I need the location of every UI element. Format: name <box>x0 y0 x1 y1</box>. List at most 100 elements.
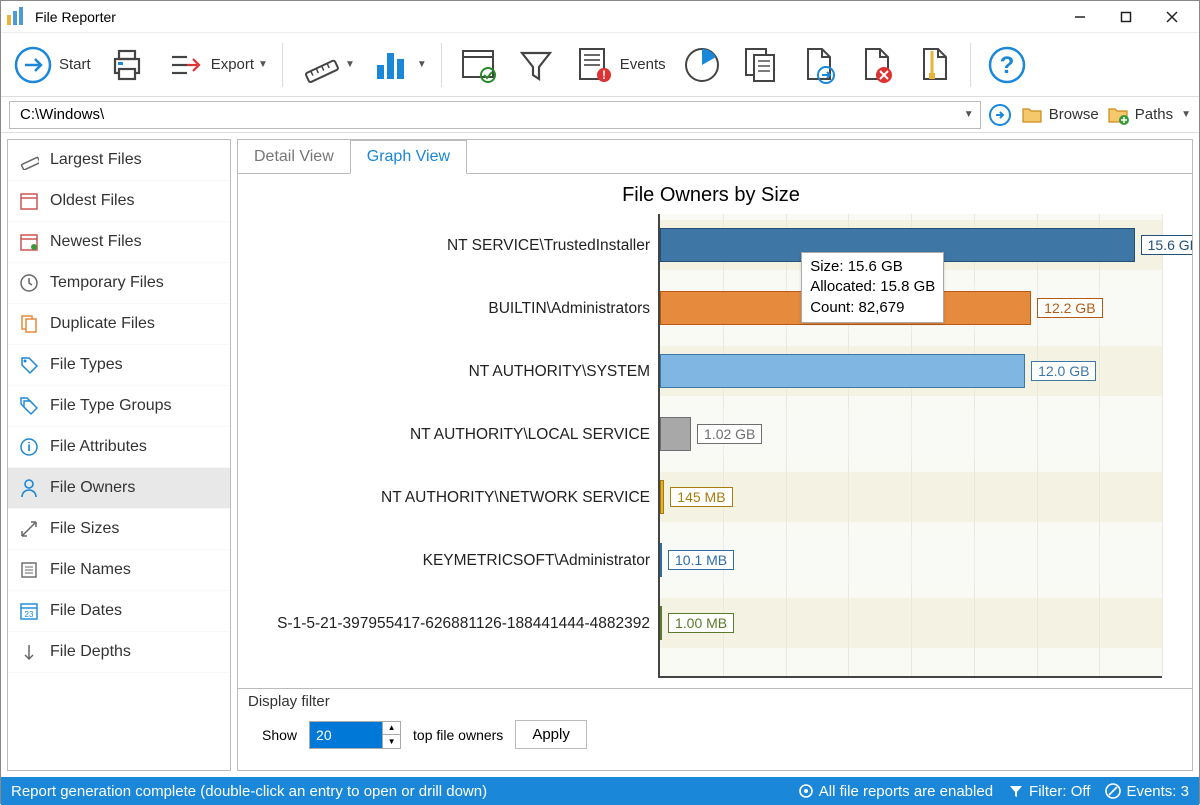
events-label: Events <box>620 56 666 73</box>
chart-category-label: NT AUTHORITY\LOCAL SERVICE <box>410 403 650 466</box>
funnel-icon <box>1007 782 1025 800</box>
window-check-icon <box>456 43 500 87</box>
svg-text:23: 23 <box>25 610 34 619</box>
status-reports-label: All file reports are enabled <box>819 783 993 800</box>
tab-graph-view[interactable]: Graph View <box>350 140 467 174</box>
paths-button[interactable]: Paths ▼ <box>1105 102 1191 128</box>
filter-count-value[interactable]: 20 <box>310 722 382 748</box>
dates-icon: 23 <box>18 600 40 622</box>
sidebar-item-largest-files[interactable]: Largest Files <box>8 140 230 181</box>
chart-category-label: BUILTIN\Administrators <box>488 277 650 340</box>
pie-chart-icon <box>680 43 724 87</box>
bar-chart-icon <box>369 43 413 87</box>
sidebar: Largest Files Oldest Files Newest Files Tem… <box>7 139 231 771</box>
sidebar-item-file-type-groups[interactable]: File Type Groups <box>8 386 230 427</box>
status-events[interactable]: Events: 3 <box>1104 782 1189 800</box>
go-button[interactable] <box>987 102 1013 128</box>
sidebar-item-label: File Names <box>50 561 131 579</box>
status-filter-label: Filter: Off <box>1029 783 1090 800</box>
chevron-down-icon[interactable]: ▼ <box>964 109 974 120</box>
info-icon: i <box>18 436 40 458</box>
help-button[interactable]: ? <box>985 43 1029 87</box>
maximize-button[interactable] <box>1103 2 1149 32</box>
chart-plot[interactable]: 15.6 GB12.2 GB12.0 GB1.02 GB145 MB10.1 M… <box>658 214 1162 678</box>
apply-button[interactable]: Apply <box>515 720 587 749</box>
chart-button[interactable]: ▼ <box>369 43 427 87</box>
minimize-button[interactable] <box>1057 2 1103 32</box>
ruler-button[interactable]: ▼ <box>297 43 355 87</box>
start-button[interactable]: Start <box>11 43 91 87</box>
browse-label: Browse <box>1049 106 1099 123</box>
ruler-icon <box>297 43 341 87</box>
tab-detail-view[interactable]: Detail View <box>238 140 350 173</box>
chart-bar[interactable]: 1.02 GB <box>660 417 762 451</box>
chart-value-label: 12.0 GB <box>1031 361 1096 381</box>
chart-value-label: 1.02 GB <box>697 424 762 444</box>
chart-bar[interactable]: 10.1 MB <box>660 543 734 577</box>
path-input[interactable]: C:\Windows\ ▼ <box>9 101 981 129</box>
sidebar-item-label: File Attributes <box>50 438 147 456</box>
chart-bar[interactable]: 145 MB <box>660 480 733 514</box>
sidebar-item-label: Temporary Files <box>50 274 164 292</box>
spin-up-button[interactable]: ▲ <box>383 722 400 736</box>
sidebar-item-file-sizes[interactable]: File Sizes <box>8 509 230 550</box>
cal-new-icon <box>18 231 40 253</box>
print-button[interactable] <box>105 43 149 87</box>
close-button[interactable] <box>1149 2 1195 32</box>
separator <box>282 43 283 87</box>
sidebar-item-label: Oldest Files <box>50 192 134 210</box>
browse-button[interactable]: Browse <box>1019 102 1099 128</box>
svg-text:?: ? <box>999 52 1014 79</box>
copy-button[interactable] <box>738 43 782 87</box>
sidebar-item-file-dates[interactable]: 23File Dates <box>8 591 230 632</box>
separator <box>970 43 971 87</box>
tag-icon <box>18 354 40 376</box>
status-bar: Report generation complete (double-click… <box>1 777 1199 805</box>
file-delete-button[interactable] <box>854 43 898 87</box>
sidebar-item-file-depths[interactable]: File Depths <box>8 632 230 673</box>
status-reports[interactable]: All file reports are enabled <box>797 782 993 800</box>
filter-button[interactable] <box>514 43 558 87</box>
chevron-down-icon: ▼ <box>417 59 427 70</box>
panel-ok-button[interactable] <box>456 43 500 87</box>
pie-button[interactable] <box>680 43 724 87</box>
sidebar-item-newest-files[interactable]: Newest Files <box>8 222 230 263</box>
sidebar-item-file-names[interactable]: File Names <box>8 550 230 591</box>
export-icon <box>163 43 207 87</box>
chart-value-label: 10.1 MB <box>668 550 734 570</box>
sidebar-item-temporary-files[interactable]: Temporary Files <box>8 263 230 304</box>
file-nav-button[interactable] <box>796 43 840 87</box>
sidebar-item-oldest-files[interactable]: Oldest Files <box>8 181 230 222</box>
export-button[interactable]: Export ▼ <box>163 43 268 87</box>
sidebar-item-file-types[interactable]: File Types <box>8 345 230 386</box>
sidebar-item-label: File Owners <box>50 479 135 497</box>
cal-old-icon <box>18 190 40 212</box>
separator <box>441 43 442 87</box>
events-button[interactable]: ! Events <box>572 43 666 87</box>
filter-show-label: Show <box>262 727 297 743</box>
sidebar-item-file-owners[interactable]: File Owners <box>8 468 230 509</box>
filter-count-input[interactable]: 20 ▲ ▼ <box>309 721 401 749</box>
content: Detail View Graph View File Owners by Si… <box>237 139 1193 771</box>
zip-button[interactable] <box>912 43 956 87</box>
sidebar-item-duplicate-files[interactable]: Duplicate Files <box>8 304 230 345</box>
ruler-icon <box>18 149 40 171</box>
chart-bar[interactable]: 12.0 GB <box>660 354 1096 388</box>
sidebar-item-label: Newest Files <box>50 233 142 251</box>
tooltip-count: Count: 82,679 <box>810 298 935 318</box>
export-label: Export <box>211 56 254 73</box>
tags-icon <box>18 395 40 417</box>
display-filter: Display filter Show 20 ▲ ▼ top file owne… <box>238 688 1192 770</box>
chart-category-label: NT AUTHORITY\NETWORK SERVICE <box>381 466 650 529</box>
sidebar-item-label: Largest Files <box>50 151 142 169</box>
gear-icon <box>797 782 815 800</box>
window-title: File Reporter <box>35 9 1057 25</box>
status-events-label: Events: 3 <box>1126 783 1189 800</box>
sidebar-item-file-attributes[interactable]: i File Attributes <box>8 427 230 468</box>
chart-bar[interactable]: 1.00 MB <box>660 606 734 640</box>
folder-plus-icon <box>1105 102 1131 128</box>
status-filter[interactable]: Filter: Off <box>1007 782 1090 800</box>
spin-down-button[interactable]: ▼ <box>383 735 400 748</box>
chart-tooltip: Size: 15.6 GBAllocated: 15.8 GBCount: 82… <box>801 252 944 323</box>
chart-category-label: NT SERVICE\TrustedInstaller <box>447 214 650 277</box>
